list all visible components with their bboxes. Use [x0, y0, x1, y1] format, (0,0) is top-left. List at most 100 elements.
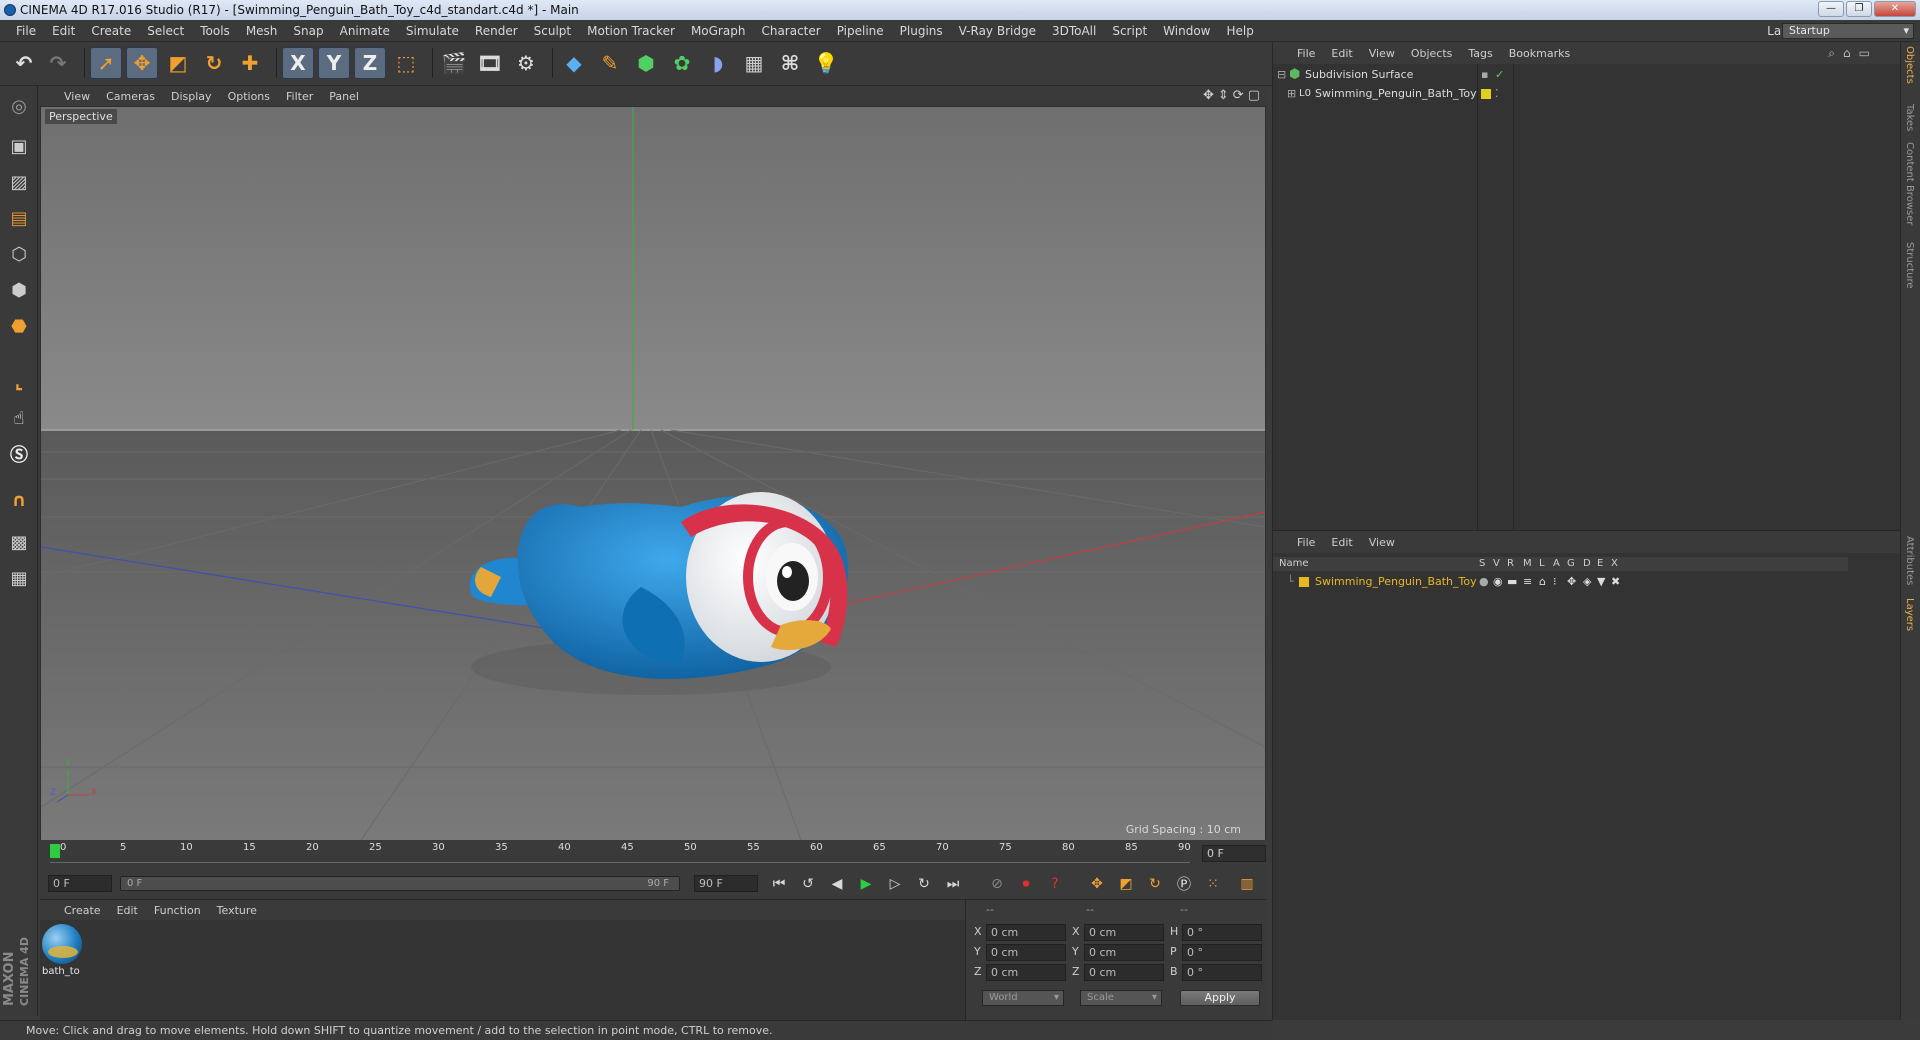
z-axis-lock-button[interactable]: Z [354, 47, 386, 79]
menu-sculpt[interactable]: Sculpt [526, 20, 579, 42]
menu-edit[interactable]: Edit [44, 20, 83, 42]
menu-motion-tracker[interactable]: Motion Tracker [579, 20, 683, 42]
light-icon[interactable]: 💡 [810, 47, 842, 79]
layer-col-animation[interactable]: A [1553, 557, 1560, 571]
model-mode-icon[interactable]: ▣ [3, 130, 35, 162]
menu-script[interactable]: Script [1104, 20, 1155, 42]
key-rotation-icon[interactable]: ↻ [1144, 873, 1166, 895]
menu-snap[interactable]: Snap [285, 20, 331, 42]
layer-menu-view[interactable]: View [1361, 536, 1403, 549]
position-y-field[interactable]: 0 cm [986, 944, 1066, 961]
menu-select[interactable]: Select [139, 20, 192, 42]
generators-icon[interactable]: ✥ [1567, 573, 1576, 591]
menu-render[interactable]: Render [467, 20, 526, 42]
playhead-marker[interactable] [50, 844, 60, 858]
key-position-icon[interactable]: ✥ [1086, 873, 1108, 895]
floor-environment-icon[interactable]: ▦ [738, 47, 770, 79]
menu-create[interactable]: Create [83, 20, 139, 42]
layer-col-visible[interactable]: V [1493, 557, 1500, 571]
render-clapper-icon[interactable]: ▬ [1507, 573, 1517, 591]
object-menu-edit[interactable]: Edit [1323, 47, 1360, 60]
grid-snap-icon[interactable]: ▦ [3, 562, 35, 594]
layer-col-render[interactable]: R [1507, 557, 1514, 571]
maximize-view-icon[interactable]: ▢ [1248, 88, 1260, 103]
menu-pipeline[interactable]: Pipeline [829, 20, 892, 42]
animation-icon[interactable]: ⁝ [1553, 573, 1557, 591]
side-tab-attributes[interactable]: Attributes [1904, 536, 1915, 585]
dolly-view-icon[interactable]: ⇕ [1218, 88, 1229, 103]
previous-frame-icon[interactable]: ◀ [826, 873, 848, 895]
layout-select[interactable]: Startup [1782, 23, 1914, 39]
layer-col-locked[interactable]: L [1539, 557, 1545, 571]
home-icon[interactable]: ⌂ [1843, 46, 1851, 61]
viewport-menu-display[interactable]: Display [163, 90, 220, 103]
side-tab-content-browser[interactable]: Content Browser [1904, 142, 1915, 225]
menu-tools[interactable]: Tools [192, 20, 238, 42]
manager-icon[interactable]: ≡ [1523, 573, 1532, 591]
polygons-mode-icon[interactable]: ⬣ [3, 310, 35, 342]
camera-icon[interactable]: ⌘ [774, 47, 806, 79]
position-x-field[interactable]: 0 cm [986, 924, 1066, 941]
layer-col-generators[interactable]: G [1567, 557, 1575, 571]
side-tab-structure[interactable]: Structure [1904, 242, 1915, 289]
next-key-icon[interactable]: ↻ [913, 873, 935, 895]
key-scale-icon[interactable]: ◩ [1115, 873, 1137, 895]
side-tab-layers[interactable]: Layers [1904, 598, 1915, 631]
start-frame-field[interactable]: 0 F [48, 875, 112, 892]
object-menu-view[interactable]: View [1361, 47, 1403, 60]
orbit-view-icon[interactable]: ⟳ [1233, 88, 1244, 103]
menu-plugins[interactable]: Plugins [892, 20, 951, 42]
key-point-level-icon[interactable]: ⁙ [1202, 873, 1224, 895]
x-axis-lock-button[interactable]: X [282, 47, 314, 79]
play-icon[interactable]: ▶ [855, 873, 877, 895]
layer-col-deformers[interactable]: D [1583, 557, 1591, 571]
move-tool-icon[interactable]: ✥ [126, 47, 158, 79]
visible-eye-icon[interactable]: ◉ [1493, 573, 1503, 591]
material-swatch[interactable]: bath_to [42, 924, 86, 980]
rotation-p-field[interactable]: 0 ° [1182, 944, 1262, 961]
side-tab-objects[interactable]: Objects [1904, 46, 1915, 84]
menu-mograph[interactable]: MoGraph [683, 20, 754, 42]
layer-row[interactable]: └ Swimming_Penguin_Bath_Toy ● ◉ ▬ ≡ ⌂ ⁝ … [1273, 573, 1848, 591]
visibility-dots-icon[interactable]: ⁚ [1495, 85, 1499, 103]
apply-button[interactable]: Apply [1180, 990, 1260, 1006]
collapse-toggle-icon[interactable]: ⊟ [1277, 66, 1286, 84]
menu-animate[interactable]: Animate [332, 20, 398, 42]
viewport-menu-options[interactable]: Options [220, 90, 278, 103]
end-frame-field[interactable]: 90 F [694, 875, 758, 892]
lock-icon[interactable]: ⌂ [1539, 573, 1546, 591]
object-menu-objects[interactable]: Objects [1403, 47, 1461, 60]
layer-col-name[interactable]: Name [1279, 557, 1309, 571]
rotation-h-field[interactable]: 0 ° [1182, 924, 1262, 941]
cube-object-icon[interactable]: ◆ [558, 47, 590, 79]
layer-menu-edit[interactable]: Edit [1323, 536, 1360, 549]
search-icon[interactable]: ⌕ [1828, 46, 1835, 61]
layer-col-manager[interactable]: M [1523, 557, 1532, 571]
menu-3dtoall[interactable]: 3DToAll [1044, 20, 1104, 42]
expand-toggle-icon[interactable]: ⊞ [1287, 85, 1296, 103]
solo-mode-icon[interactable]: Ⓢ [3, 438, 35, 470]
record-active-objects-icon[interactable]: ⏺ [1015, 873, 1037, 895]
layer-color-swatch[interactable] [1299, 577, 1309, 587]
viewport-menu-view[interactable]: View [56, 90, 98, 103]
material-menu-create[interactable]: Create [56, 904, 109, 917]
workplane-lock-icon[interactable]: ▩ [3, 526, 35, 558]
rotate-tool-icon[interactable]: ↻ [198, 47, 230, 79]
select-cursor-icon[interactable]: ➚ [90, 47, 122, 79]
menu-mesh[interactable]: Mesh [238, 20, 286, 42]
close-button[interactable]: ✕ [1874, 1, 1916, 17]
viewport-menu-panel[interactable]: Panel [321, 90, 367, 103]
side-tab-takes[interactable]: Takes [1904, 104, 1915, 131]
axis-mode-icon[interactable]: ⌞ [3, 366, 35, 398]
position-z-field[interactable]: 0 cm [986, 964, 1066, 981]
coordinate-mode-select[interactable]: World [982, 990, 1064, 1006]
viewport-menu-filter[interactable]: Filter [278, 90, 321, 103]
timeline-ruler[interactable]: 0 5 10 15 20 25 30 35 40 45 50 55 60 65 … [40, 840, 1266, 868]
render-settings-icon[interactable]: ⚙ [510, 47, 542, 79]
enabled-check-icon[interactable]: ✓ [1495, 66, 1504, 84]
redo-icon[interactable]: ↷ [42, 47, 74, 79]
object-menu-file[interactable]: File [1289, 47, 1323, 60]
material-menu-texture[interactable]: Texture [209, 904, 265, 917]
next-frame-icon[interactable]: ▷ [884, 873, 906, 895]
points-mode-icon[interactable]: ⬡ [3, 238, 35, 270]
